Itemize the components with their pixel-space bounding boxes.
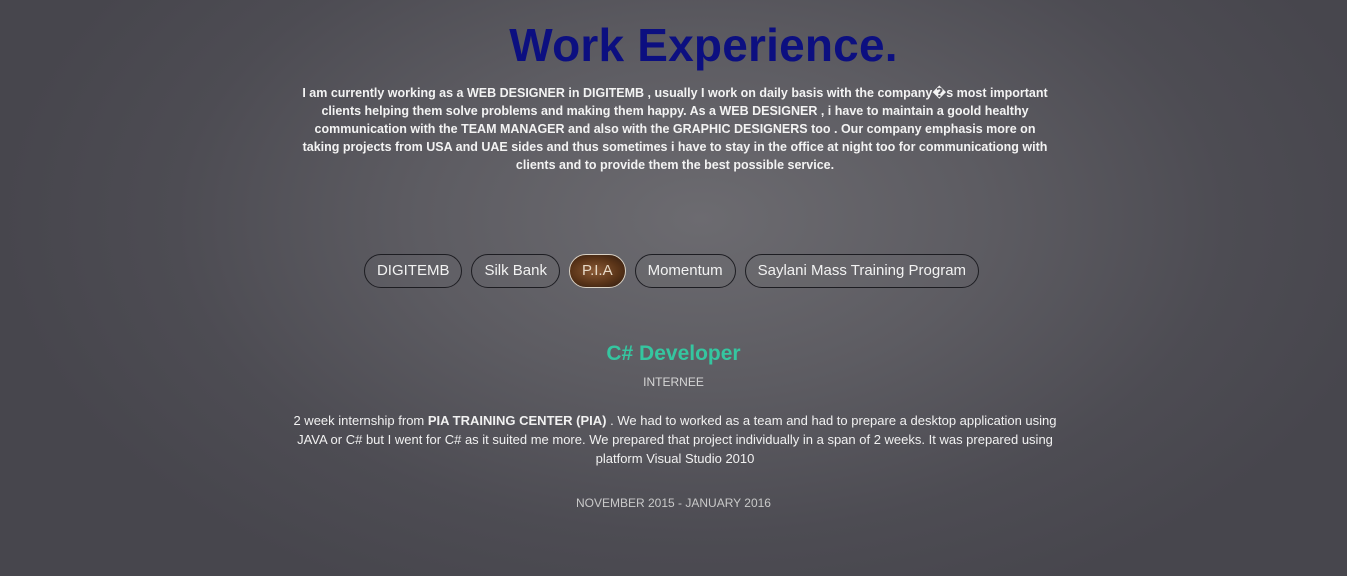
tab-pia[interactable]: P.I.A [569, 254, 626, 288]
company-tabs: DIGITEMB Silk Bank P.I.A Momentum Saylan… [0, 254, 1343, 288]
job-title: C# Developer [606, 342, 741, 365]
page-title: Work Experience. [509, 19, 898, 71]
tab-digitemb[interactable]: DIGITEMB [363, 254, 463, 288]
job-company-name: PIA TRAINING CENTER (PIA) [427, 413, 607, 428]
work-experience-section: Work Experience. I am currently working … [0, 0, 1347, 576]
job-description-start: 2 week internship from [293, 413, 428, 428]
intro-paragraph: I am currently working as a WEB DESIGNER… [302, 86, 1048, 172]
job-description: 2 week internship from PIA TRAINING CENT… [289, 411, 1061, 468]
job-dates: NOVEMBER 2015 - JANUARY 2016 [576, 496, 771, 510]
tab-silk-bank[interactable]: Silk Bank [471, 254, 560, 288]
tab-saylani[interactable]: Saylani Mass Training Program [744, 254, 980, 288]
job-role: INTERNEE [643, 375, 704, 389]
tab-momentum[interactable]: Momentum [634, 254, 736, 288]
